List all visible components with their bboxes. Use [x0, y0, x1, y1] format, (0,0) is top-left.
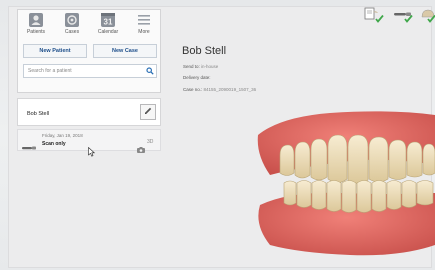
prescription-check-icon — [363, 7, 385, 28]
search-icon[interactable] — [144, 65, 156, 77]
mouse-cursor-icon — [88, 144, 96, 157]
patient-list-name: Bob Stell — [27, 111, 50, 117]
nav-item-more[interactable]: More — [126, 10, 162, 40]
nav-label-more: More — [138, 29, 150, 35]
edit-patient-button[interactable] — [140, 104, 156, 120]
delivery-date-line: Delivery date: — [183, 75, 211, 80]
scanner-icon — [22, 138, 36, 150]
more-icon — [136, 12, 152, 27]
nav-item-calendar[interactable]: 31 Calendar — [90, 10, 126, 40]
nav-label-calendar: Calendar — [97, 29, 119, 35]
case-date: Friday, Jan 19, 2018 — [42, 133, 83, 138]
calendar-day: 31 — [104, 17, 113, 26]
action-buttons: New Patient New Case — [23, 44, 157, 58]
calendar-icon: 31 — [100, 12, 116, 27]
case-number-line: Case no.: 84155_2090019_1507_36 — [183, 87, 256, 92]
scan-tool[interactable] — [392, 8, 416, 26]
scanner-check-icon — [393, 7, 415, 28]
send-to-label: Send to: — [183, 64, 200, 69]
camera-icon — [137, 140, 145, 153]
badge-3d: 3D — [147, 139, 154, 145]
cases-icon — [64, 12, 80, 27]
case-number-label: Case no.: — [183, 87, 203, 92]
dental-scan-model[interactable] — [250, 95, 435, 270]
nav-item-cases[interactable]: Cases — [54, 10, 90, 40]
delivery-date-label: Delivery date: — [183, 75, 211, 80]
send-to-line: Send to: in-house — [183, 64, 218, 69]
patient-search — [23, 64, 157, 78]
patient-name-heading: Bob Stell — [182, 45, 227, 57]
nav-label-cases: Cases — [64, 29, 80, 35]
pencil-icon — [143, 103, 153, 121]
nav-item-patients[interactable]: Patients — [18, 10, 54, 40]
new-patient-button[interactable]: New Patient — [23, 44, 87, 58]
prescription-tool[interactable] — [362, 7, 386, 28]
view-tool[interactable] — [420, 8, 435, 26]
case-title: Scan only — [42, 141, 66, 147]
case-number-value: 84155_2090019_1507_36 — [203, 87, 257, 92]
new-case-button[interactable]: New Case — [93, 44, 157, 58]
tooth-model-icon — [420, 7, 435, 28]
nav-label-patients: Patients — [26, 29, 46, 35]
search-input[interactable] — [28, 68, 144, 74]
navigation-panel: Patients Cases 31 Calendar More New Pati… — [17, 9, 161, 93]
patients-icon — [28, 12, 44, 27]
nav-bar: Patients Cases 31 Calendar More — [18, 10, 162, 40]
patient-list-item[interactable]: Bob Stell — [17, 98, 161, 126]
send-to-value: in-house — [201, 64, 219, 69]
